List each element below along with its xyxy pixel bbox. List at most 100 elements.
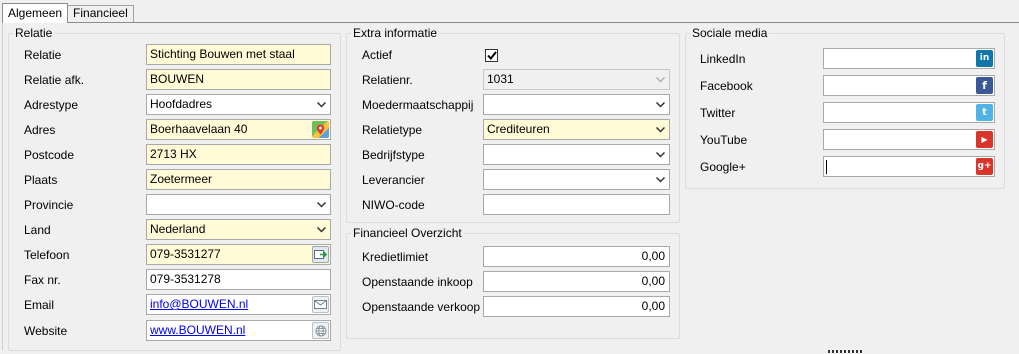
moedermaatschappij-select[interactable] <box>483 94 670 115</box>
email-field[interactable]: info@BOUWEN.nl <box>146 294 331 315</box>
relatie-afk-field[interactable]: BOUWEN <box>146 69 331 90</box>
adrestype-row: Adrestype Hoofdadres <box>9 94 340 116</box>
openstaande-verkoop-row: Openstaande verkoop 0,00 <box>347 296 679 318</box>
adrestype-label: Adrestype <box>24 98 79 112</box>
moedermaatschappij-row: Moedermaatschappij <box>347 94 679 116</box>
relatietype-value: Crediteuren <box>487 122 550 136</box>
chevron-down-icon[interactable] <box>653 120 667 139</box>
email-label: Email <box>24 298 55 312</box>
provincie-label: Provincie <box>24 198 74 212</box>
land-select[interactable]: Nederland <box>146 219 331 240</box>
chevron-down-icon[interactable] <box>653 95 667 114</box>
land-value: Nederland <box>150 222 206 236</box>
youtube-row: YouTube ▶ <box>686 129 1004 151</box>
niwo-code-row: NIWO-code <box>347 194 679 216</box>
adres-field[interactable]: Boerhaavelaan 40 <box>146 119 331 140</box>
envelope-icon[interactable] <box>312 296 329 313</box>
relatie-group: Relatie Relatie Stichting Bouwen met sta… <box>8 26 341 351</box>
chevron-down-icon <box>653 70 667 89</box>
checkmark-icon <box>486 51 497 60</box>
phone-dial-icon[interactable] <box>312 246 329 263</box>
postcode-field[interactable]: 2713 HX <box>146 144 331 165</box>
kredietlimiet-field[interactable]: 0,00 <box>483 246 670 267</box>
email-link[interactable]: info@BOUWEN.nl <box>150 297 248 311</box>
actief-row: Actief <box>347 44 679 66</box>
openstaande-inkoop-row: Openstaande inkoop 0,00 <box>347 271 679 293</box>
financieel-overzicht-title: Financieel Overzicht <box>351 226 464 240</box>
adrestype-select[interactable]: Hoofdadres <box>146 94 331 115</box>
resize-grip[interactable] <box>828 350 862 353</box>
facebook-label: Facebook <box>700 79 753 93</box>
leverancier-row: Leverancier <box>347 169 679 191</box>
adres-value: Boerhaavelaan 40 <box>150 122 248 136</box>
financieel-overzicht-group: Financieel Overzicht Kredietlimiet 0,00 … <box>346 226 680 339</box>
openstaande-verkoop-label: Openstaande verkoop <box>362 300 481 314</box>
bedrijfstype-select[interactable] <box>483 144 670 165</box>
chevron-down-icon[interactable] <box>653 170 667 189</box>
relatie-field[interactable]: Stichting Bouwen met staal <box>146 44 331 65</box>
youtube-label: YouTube <box>700 133 748 147</box>
telefoon-label: Telefoon <box>24 248 70 262</box>
relatietype-select[interactable]: Crediteuren <box>483 119 670 140</box>
google-plus-icon[interactable]: g+ <box>976 158 993 175</box>
sociale-media-title: Sociale media <box>690 26 770 40</box>
facebook-field[interactable]: f <box>823 75 995 96</box>
linkedin-row: LinkedIn in <box>686 48 1004 70</box>
leverancier-select[interactable] <box>483 169 670 190</box>
linkedin-icon[interactable]: in <box>976 50 993 67</box>
linkedin-field[interactable]: in <box>823 48 995 69</box>
relatie-afk-label: Relatie afk. <box>24 73 85 87</box>
sociale-media-group: Sociale media LinkedIn in Facebook f Twi… <box>685 26 1005 189</box>
plaats-row: Plaats Zoetermeer <box>9 169 340 191</box>
chevron-down-icon[interactable] <box>314 220 328 239</box>
provincie-select[interactable] <box>146 194 331 215</box>
tab-strip: Algemeen Financieel <box>2 3 134 23</box>
globe-icon[interactable] <box>312 322 329 339</box>
chevron-down-icon[interactable] <box>653 145 667 164</box>
chevron-down-icon[interactable] <box>314 95 328 114</box>
kredietlimiet-label: Kredietlimiet <box>362 250 429 264</box>
relatie-afk-row: Relatie afk. BOUWEN <box>9 69 340 91</box>
facebook-icon[interactable]: f <box>976 77 993 94</box>
openstaande-inkoop-field[interactable]: 0,00 <box>483 271 670 292</box>
adres-row: Adres Boerhaavelaan 40 <box>9 119 340 141</box>
google-plus-field[interactable]: g+ <box>823 156 995 177</box>
tab-financieel[interactable]: Financieel <box>68 5 134 22</box>
relatienr-row: Relatienr. 1031 <box>347 69 679 91</box>
plaats-field[interactable]: Zoetermeer <box>146 169 331 190</box>
map-pin-icon[interactable] <box>312 121 329 138</box>
relatie-group-title: Relatie <box>13 26 55 40</box>
moedermaatschappij-label: Moedermaatschappij <box>362 98 474 112</box>
adrestype-value: Hoofdadres <box>150 97 213 111</box>
google-plus-row: Google+ g+ <box>686 156 1004 178</box>
youtube-icon[interactable]: ▶ <box>976 131 993 148</box>
extra-informatie-group: Extra informatie Actief Relatienr. 1031 … <box>346 26 680 223</box>
text-caret <box>826 160 827 174</box>
niwo-code-field[interactable] <box>483 194 670 215</box>
tab-algemeen[interactable]: Algemeen <box>2 3 69 23</box>
relatie-label: Relatie <box>24 48 62 62</box>
website-row: Website www.BOUWEN.nl <box>9 320 340 342</box>
twitter-icon[interactable]: t <box>976 104 993 121</box>
website-link[interactable]: www.BOUWEN.nl <box>150 323 245 337</box>
extra-informatie-title: Extra informatie <box>351 26 440 40</box>
relatienr-select: 1031 <box>483 69 670 90</box>
fax-row: Fax nr. 079-3531278 <box>9 269 340 291</box>
twitter-field[interactable]: t <box>823 102 995 123</box>
linkedin-label: LinkedIn <box>700 52 746 66</box>
niwo-code-label: NIWO-code <box>362 198 425 212</box>
website-field[interactable]: www.BOUWEN.nl <box>146 320 331 341</box>
openstaande-verkoop-field[interactable]: 0,00 <box>483 296 670 317</box>
chevron-down-icon[interactable] <box>314 195 328 214</box>
bedrijfstype-row: Bedrijfstype <box>347 144 679 166</box>
actief-checkbox[interactable] <box>485 49 498 62</box>
provincie-row: Provincie <box>9 194 340 216</box>
actief-label: Actief <box>362 48 393 62</box>
fax-field[interactable]: 079-3531278 <box>146 269 331 290</box>
youtube-field[interactable]: ▶ <box>823 129 995 150</box>
google-plus-label: Google+ <box>700 160 746 174</box>
email-row: Email info@BOUWEN.nl <box>9 294 340 316</box>
postcode-label: Postcode <box>24 148 75 162</box>
telefoon-field[interactable]: 079-3531277 <box>146 244 331 265</box>
relatienr-value: 1031 <box>487 72 514 86</box>
